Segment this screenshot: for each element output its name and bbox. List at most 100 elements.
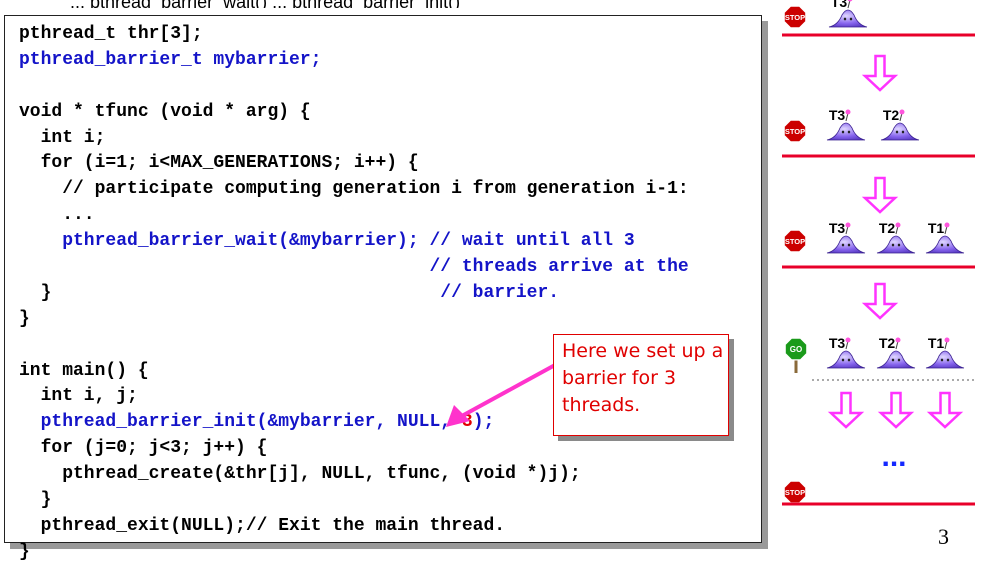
stop-sign-icon: STOP xyxy=(783,229,807,253)
thread-eye xyxy=(843,17,847,21)
thread-icon: T3 xyxy=(826,335,866,369)
thread-body xyxy=(880,122,920,141)
thread-eye xyxy=(849,17,853,21)
stop-sign-label: STOP xyxy=(785,127,805,136)
down-arrow-icon xyxy=(861,54,899,92)
code-line: void * tfunc (void * arg) { xyxy=(19,100,689,126)
code-token: pthread_t thr[3]; xyxy=(19,24,203,44)
thread-antenna-tip xyxy=(944,337,950,343)
code-line: // participate computing generation i fr… xyxy=(19,177,689,203)
code-line: pthread_exit(NULL);// Exit the main thre… xyxy=(19,514,689,540)
stop-sign-icon: STOP xyxy=(783,480,807,504)
code-line: ... xyxy=(19,203,689,229)
thread-eye xyxy=(940,243,944,247)
code-line: for (i=1; i<MAX_GENERATIONS; i++) { xyxy=(19,151,689,177)
down-arrow-icon xyxy=(926,391,964,429)
stop-sign-label: STOP xyxy=(785,237,805,246)
thread-eye xyxy=(891,243,895,247)
code-line: pthread_barrier_wait(&mybarrier); // wai… xyxy=(19,229,689,255)
code-line: int i; xyxy=(19,126,689,152)
thread-eye xyxy=(891,358,895,362)
thread-eye xyxy=(897,243,901,247)
thread-icon: T3 xyxy=(826,220,866,254)
stop-sign-label: STOP xyxy=(785,488,805,497)
thread-label: T3 xyxy=(829,220,846,236)
thread-label: T1 xyxy=(928,335,945,351)
barrier-diagram: STOP T3 STOP T3 T2 STOP T3 T2 T1 GO T3 T2 T1... STOP xyxy=(782,0,975,506)
thread-eye xyxy=(897,358,901,362)
code-line: } xyxy=(19,488,689,514)
thread-eye xyxy=(841,358,845,362)
code-line: // threads arrive at the xyxy=(19,255,689,281)
thread-icon: T2 xyxy=(880,107,920,141)
thread-eye xyxy=(847,130,851,134)
thread-eye xyxy=(847,243,851,247)
down-arrow-icon xyxy=(827,391,865,429)
code-token: pthread_barrier_wait(&mybarrier); // wai… xyxy=(19,231,635,252)
code-token: } xyxy=(19,308,30,329)
stop-sign-icon: STOP xyxy=(783,5,807,29)
thread-icon: T3 xyxy=(828,0,868,28)
thread-label: T3 xyxy=(831,0,848,10)
thread-icon: T2 xyxy=(876,335,916,369)
thread-label: T3 xyxy=(829,107,846,123)
thread-antenna-tip xyxy=(847,0,853,2)
code-token: pthread_create(&thr[j], NULL, tfunc, (vo… xyxy=(19,464,581,485)
thread-body xyxy=(826,122,866,141)
thread-label: T1 xyxy=(928,220,945,236)
code-token: } xyxy=(19,490,52,511)
previous-line-fragment: ... pthread_barrier_wait() ... pthread_b… xyxy=(70,0,770,8)
go-sign-pole xyxy=(794,359,798,373)
stop-sign-icon: STOP xyxy=(783,119,807,143)
code-token: // threads arrive at the xyxy=(19,257,689,278)
thread-body xyxy=(925,235,965,254)
thread-antenna-tip xyxy=(845,337,851,343)
go-sign-label: GO xyxy=(790,345,802,354)
callout-text-line: barrier for 3 xyxy=(562,367,677,389)
thread-eye xyxy=(895,130,899,134)
thread-label: T2 xyxy=(879,220,896,236)
code-token: int main() { xyxy=(19,360,149,381)
code-token: // barrier. xyxy=(51,282,560,303)
callout-box: Here we set up a barrier for 3 threads. xyxy=(553,334,729,436)
thread-body xyxy=(826,235,866,254)
code-line: for (j=0; j<3; j++) { xyxy=(19,436,689,462)
thread-eye xyxy=(940,358,944,362)
callout-text-line: threads. xyxy=(562,394,641,416)
thread-icon: T1 xyxy=(925,335,965,369)
thread-eye xyxy=(946,243,950,247)
thread-label: T2 xyxy=(883,107,900,123)
code-token: int i, j; xyxy=(19,386,138,407)
thread-antenna-tip xyxy=(895,337,901,343)
callout-arrow xyxy=(446,357,567,427)
thread-label: T3 xyxy=(829,335,846,351)
callout-text-line: Here we set up a xyxy=(562,340,724,362)
thread-body xyxy=(876,350,916,369)
down-arrow-icon xyxy=(861,282,899,320)
thread-body xyxy=(828,9,868,28)
thread-icon: T3 xyxy=(826,107,866,141)
code-listing: pthread_t thr[3]; pthread_barrier_t mybar… xyxy=(19,22,689,566)
go-sign-icon: GO xyxy=(784,337,808,373)
thread-body xyxy=(826,350,866,369)
code-token: pthread_barrier_t mybarrier; xyxy=(19,49,322,70)
code-token: pthread_exit(NULL);// Exit the main thre… xyxy=(19,515,506,536)
thread-antenna-tip xyxy=(899,109,905,115)
code-line: pthread_t thr[3]; xyxy=(19,22,689,48)
code-token: void * tfunc (void * arg) { xyxy=(19,101,311,122)
code-line: } xyxy=(19,307,689,333)
thread-label: T2 xyxy=(879,335,896,351)
code-token: // participate computing generation i fr… xyxy=(19,179,689,200)
thread-eye xyxy=(841,243,845,247)
code-token: } xyxy=(19,282,52,303)
thread-body xyxy=(876,235,916,254)
thread-body xyxy=(925,350,965,369)
continuation-ellipsis: ... xyxy=(881,440,906,473)
down-arrow-icon xyxy=(861,176,899,214)
page-number: 3 xyxy=(938,524,949,549)
code-token: ... xyxy=(19,205,95,226)
code-line: pthread_create(&thr[j], NULL, tfunc, (vo… xyxy=(19,462,689,488)
thread-eye xyxy=(847,358,851,362)
thread-antenna-tip xyxy=(845,109,851,115)
